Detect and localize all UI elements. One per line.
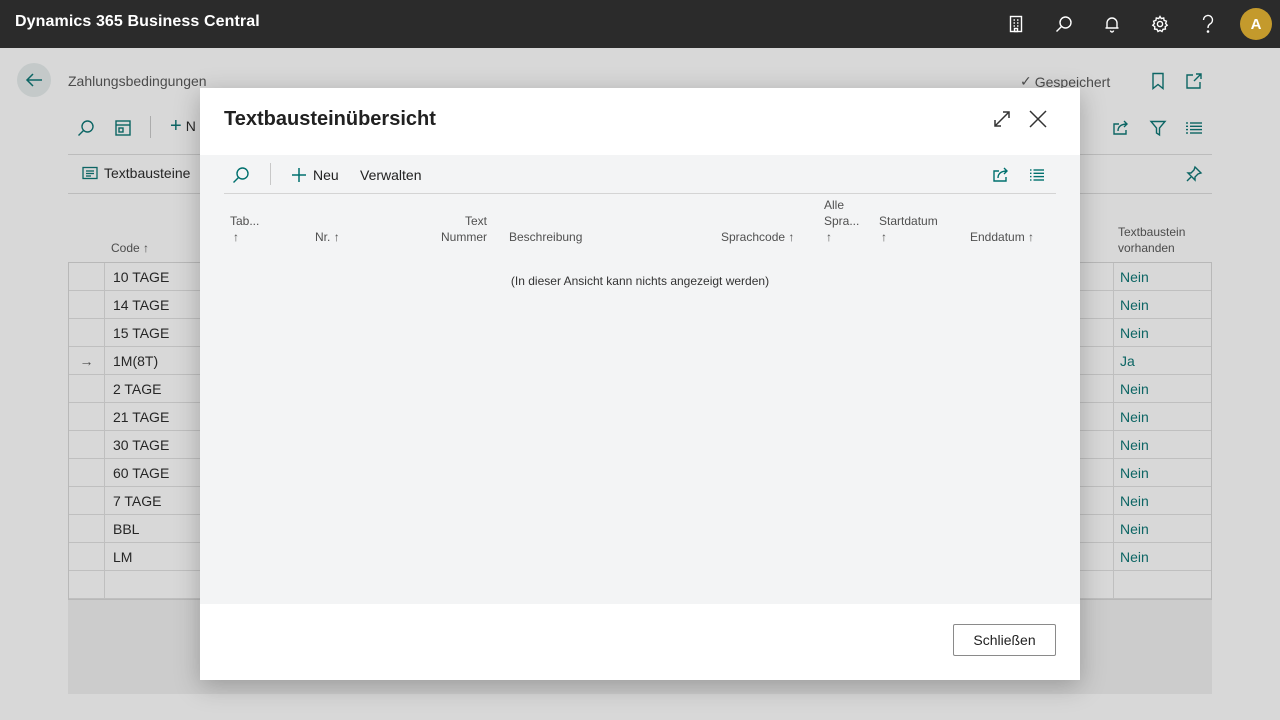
help-icon[interactable]	[1196, 12, 1220, 36]
dialog-footer: Schließen	[200, 604, 1080, 680]
list-view-icon[interactable]	[1029, 155, 1045, 194]
language-code-header-label: Sprachcode	[721, 230, 786, 244]
text-module-overview-dialog: Textbausteinübersicht Neu Verwalten Tab.…	[200, 88, 1080, 680]
manage-label: Verwalten	[360, 166, 422, 183]
search-icon[interactable]	[232, 155, 250, 194]
avatar[interactable]: A	[1240, 8, 1272, 40]
all-languages-header-line1: Alle	[824, 198, 845, 212]
start-date-header-label: Startdatum	[879, 214, 938, 228]
column-header-description[interactable]: Beschreibung	[509, 229, 582, 245]
toolbar-separator	[270, 163, 271, 185]
column-header-table[interactable]: Tab... ↑	[230, 213, 259, 245]
text-number-header-line2: Nummer	[440, 230, 487, 244]
bell-icon[interactable]	[1100, 12, 1124, 36]
new-button[interactable]: Neu	[291, 155, 339, 194]
table-header-label: Tab...	[230, 214, 260, 228]
search-icon[interactable]	[1052, 12, 1076, 36]
company-icon[interactable]	[1004, 12, 1028, 36]
sort-ascending-icon: ↑	[333, 230, 340, 244]
top-bar: Dynamics 365 Business Central A	[0, 0, 1280, 48]
sort-ascending-icon: ↑	[233, 230, 239, 244]
dialog-body: Neu Verwalten Tab... ↑ Nr. ↑ Text Nummer…	[200, 155, 1080, 604]
close-icon[interactable]	[1025, 106, 1051, 132]
close-button[interactable]: Schließen	[953, 624, 1056, 656]
share-icon[interactable]	[992, 155, 1010, 194]
sort-ascending-icon: ↑	[881, 230, 887, 244]
gear-icon[interactable]	[1148, 12, 1172, 36]
expand-icon[interactable]	[989, 106, 1015, 132]
sort-ascending-icon: ↑	[1028, 230, 1035, 244]
end-date-header-label: Enddatum	[970, 230, 1025, 244]
sort-ascending-icon: ↑	[826, 230, 832, 244]
sort-ascending-icon: ↑	[788, 230, 795, 244]
plus-icon	[291, 167, 307, 183]
dialog-toolbar: Neu Verwalten	[224, 155, 1056, 194]
manage-menu[interactable]: Verwalten	[360, 155, 421, 194]
app-title[interactable]: Dynamics 365 Business Central	[15, 13, 260, 31]
number-header-label: Nr.	[315, 230, 331, 244]
column-header-language-code[interactable]: Sprachcode ↑	[721, 229, 794, 245]
column-header-number[interactable]: Nr. ↑	[315, 229, 340, 245]
dialog-title: Textbausteinübersicht	[224, 108, 436, 130]
column-header-start-date[interactable]: Startdatum ↑	[879, 213, 938, 245]
text-number-header-line1: Text	[464, 214, 487, 228]
all-languages-header-line2: Spra...	[824, 214, 860, 228]
empty-list-message: (In dieser Ansicht kann nichts angezeigt…	[510, 274, 770, 288]
column-header-text-number[interactable]: Text Nummer	[430, 213, 487, 245]
new-label: Neu	[313, 166, 339, 183]
column-header-all-languages[interactable]: Alle Spra... ↑	[824, 197, 859, 245]
column-header-end-date[interactable]: Enddatum ↑	[970, 229, 1034, 245]
